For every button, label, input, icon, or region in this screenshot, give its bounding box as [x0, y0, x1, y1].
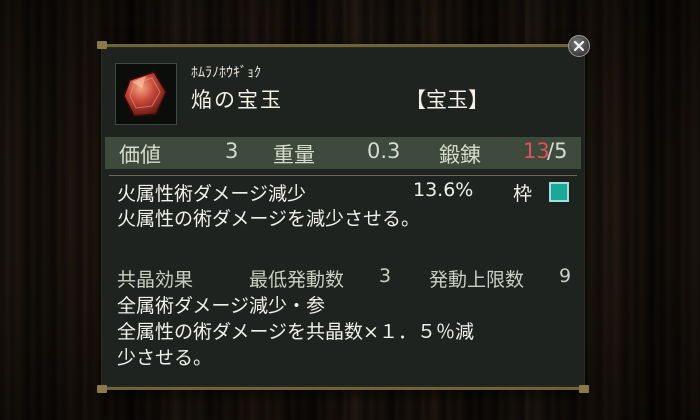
- forge-max: /5: [547, 139, 568, 163]
- value-label: 価値: [119, 143, 161, 167]
- weight-label: 重量: [273, 143, 315, 167]
- resonance-max-label: 発動上限数: [429, 269, 525, 291]
- frame-corner: [97, 41, 107, 49]
- section-divider: [109, 175, 577, 176]
- resonance-effect-name: 全属術ダメージ減少・参: [117, 295, 326, 317]
- frame-corner: [579, 385, 589, 393]
- weight-amount: 0.3: [367, 139, 401, 163]
- effect-amount: 13.6%: [413, 179, 474, 201]
- forge-label: 鍛錬: [439, 143, 481, 167]
- item-icon-frame: [115, 63, 177, 125]
- resonance-min-value: 3: [379, 265, 392, 287]
- gem-icon: [123, 71, 167, 117]
- item-category: 【宝玉】: [405, 88, 489, 112]
- frame-corner: [97, 385, 107, 393]
- item-name: 焔の宝玉: [191, 88, 283, 112]
- value-amount: 3: [225, 139, 239, 163]
- resonance-max-value: 9: [559, 265, 572, 287]
- resonance-label: 共晶効果: [117, 269, 194, 291]
- slot-color-swatch: [549, 182, 569, 202]
- forge-current: 13: [523, 139, 550, 163]
- close-button[interactable]: [568, 35, 590, 57]
- effect-description: 火属性の術ダメージを減少させる。: [117, 208, 421, 230]
- stats-row: 価値 3 重量 0.3 鍛錬 13 /5: [105, 137, 581, 169]
- item-name-reading: ﾎﾑﾗﾉﾎｳｷﾞｮｸ: [191, 65, 261, 81]
- item-tooltip-panel: ﾎﾑﾗﾉﾎｳｷﾞｮｸ 焔の宝玉 【宝玉】 価値 3 重量 0.3 鍛錬 13 /…: [97, 41, 589, 393]
- resonance-description-line2: 少させる。: [117, 347, 213, 369]
- resonance-description-line1: 全属性の術ダメージを共晶数×１．５％減: [117, 321, 474, 343]
- close-icon: [573, 40, 585, 52]
- slot-label: 枠: [513, 183, 533, 205]
- effect-name: 火属性術ダメージ減少: [117, 183, 307, 205]
- resonance-min-label: 最低発動数: [249, 269, 345, 291]
